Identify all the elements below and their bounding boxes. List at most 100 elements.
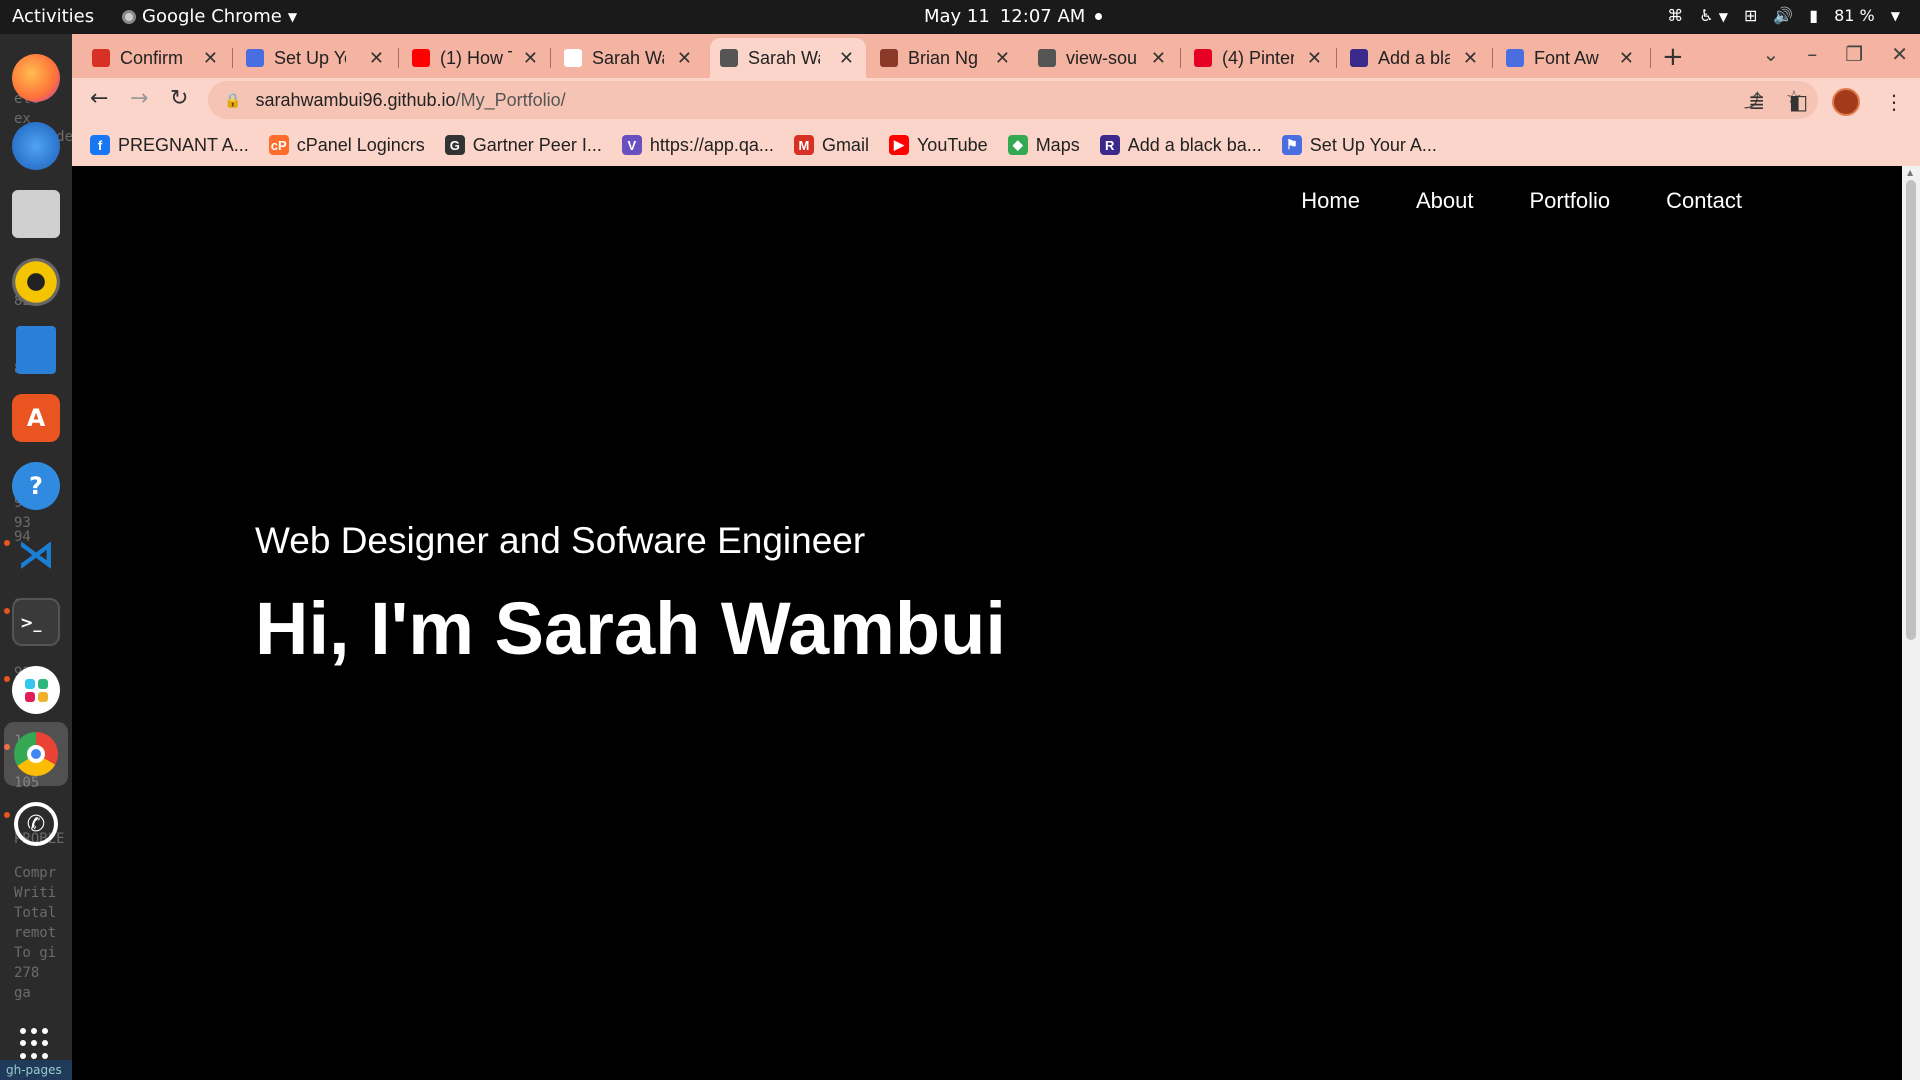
firefox-icon[interactable] bbox=[12, 54, 60, 102]
vscode-icon[interactable]: ⋊ bbox=[12, 530, 60, 578]
side-panel-icon[interactable]: ◧ bbox=[1789, 90, 1808, 114]
tab-close-icon[interactable]: ✕ bbox=[523, 48, 538, 69]
bookmark-item[interactable]: ▶ YouTube bbox=[888, 135, 988, 156]
browser-tab[interactable]: view-sou ✕ bbox=[1028, 38, 1178, 78]
scrollbar-thumb[interactable] bbox=[1906, 180, 1916, 640]
tab-close-icon[interactable]: ✕ bbox=[839, 48, 854, 69]
nav-link-portfolio[interactable]: Portfolio bbox=[1529, 188, 1610, 214]
system-tray[interactable]: ⌘ ♿ ▼ ⊞ 🔊 ▮ 81 % ▼ bbox=[1667, 6, 1900, 25]
page-scrollbar[interactable]: ▲ bbox=[1902, 166, 1920, 1080]
nav-link-about[interactable]: About bbox=[1416, 188, 1474, 214]
tab-label: Set Up Yo bbox=[274, 47, 346, 68]
keyboard-layout-icon[interactable]: ⌘ bbox=[1667, 6, 1683, 25]
flag-icon: ⚑ bbox=[1281, 135, 1302, 155]
bookmark-item[interactable]: R Add a black ba... bbox=[1099, 135, 1262, 156]
tab-search-chevron-icon[interactable]: ⌄ bbox=[1763, 42, 1780, 66]
youtube-icon bbox=[412, 49, 430, 67]
maps-icon: ◆ bbox=[1007, 135, 1028, 155]
files-icon[interactable] bbox=[12, 190, 60, 238]
dock-background-line: 278 bbox=[14, 965, 40, 981]
chevron-down-icon: ▼ bbox=[287, 9, 298, 24]
cpanel-icon: cP bbox=[268, 135, 289, 155]
bookmark-label: Set Up Your A... bbox=[1309, 134, 1437, 155]
system-menu-chevron-icon[interactable]: ▼ bbox=[1891, 9, 1900, 23]
lock-icon[interactable]: 🔒 bbox=[224, 92, 241, 109]
tab-close-icon[interactable]: ✕ bbox=[1151, 48, 1166, 69]
rhythmbox-icon[interactable] bbox=[12, 258, 60, 306]
tab-label: Confirm bbox=[120, 47, 184, 68]
bookmark-item[interactable]: cP cPanel Logincrs bbox=[268, 134, 425, 156]
bookmark-item[interactable]: Vhttps://app.qa... bbox=[621, 135, 774, 156]
menu-kebab-icon[interactable]: ⋮ bbox=[1884, 90, 1904, 114]
tab-close-icon[interactable]: ✕ bbox=[677, 48, 692, 69]
tab-label: view-sou bbox=[1066, 47, 1138, 68]
tab-separator bbox=[398, 48, 399, 68]
tab-close-icon[interactable]: ✕ bbox=[1463, 48, 1478, 69]
browser-tab[interactable]: Add a bla ✕ bbox=[1340, 38, 1490, 78]
tab-close-icon[interactable]: ✕ bbox=[1307, 48, 1322, 69]
browser-tab[interactable]: (4) Pinter ✕ bbox=[1184, 38, 1334, 78]
network-icon[interactable]: ⊞ bbox=[1744, 6, 1757, 25]
help-icon[interactable]: ? bbox=[12, 462, 60, 510]
reading-list-icon[interactable]: ≣ bbox=[1748, 90, 1765, 114]
dock-background-line: ga bbox=[14, 985, 31, 1001]
show-apps-grid-icon[interactable] bbox=[20, 1028, 52, 1060]
tab-close-icon[interactable]: ✕ bbox=[995, 48, 1010, 69]
scroll-up-arrow-icon[interactable]: ▲ bbox=[1907, 168, 1913, 177]
clock[interactable]: May 11 12:07 AM bbox=[924, 6, 1103, 27]
battery-icon[interactable]: ▮ bbox=[1809, 6, 1818, 25]
bookmark-item[interactable]: G Gartner Peer I... bbox=[444, 135, 602, 156]
r-icon bbox=[1350, 49, 1368, 67]
forward-arrow-icon[interactable]: → bbox=[130, 86, 148, 111]
clock-time: 12:07 AM bbox=[999, 6, 1086, 27]
gmail-icon bbox=[92, 49, 110, 67]
browser-tab[interactable]: Sarah Wa ✕ bbox=[710, 38, 866, 78]
browser-tab[interactable]: Confirm ✕ bbox=[82, 38, 230, 78]
app-menu[interactable]: Google Chrome ▼ bbox=[122, 6, 297, 27]
nav-link-contact[interactable]: Contact bbox=[1666, 188, 1742, 214]
writer-icon[interactable] bbox=[16, 326, 56, 374]
browser-tab[interactable]: Brian Ng ✕ bbox=[870, 38, 1022, 78]
bookmarks-bar: f PREGNANT A... cP cPanel Logincrs G Gartner … bbox=[72, 124, 1920, 166]
profile-avatar[interactable] bbox=[1832, 88, 1860, 116]
bookmark-item[interactable]: ⚑ Set Up Your A... bbox=[1281, 134, 1437, 156]
browser-window: Confirm✕Set Up Yo✕(1) How T✕Sarah Wa✕Sar… bbox=[72, 34, 1920, 166]
back-arrow-icon[interactable]: ← bbox=[90, 86, 108, 111]
chrome-icon[interactable] bbox=[4, 722, 68, 786]
bookmark-item[interactable]: f PREGNANT A... bbox=[90, 135, 249, 156]
window-controls: ⌄ – ❐ ✕ bbox=[1763, 42, 1908, 66]
dock-background-line: remot bbox=[14, 925, 57, 941]
browser-tab[interactable]: (1) How T ✕ bbox=[402, 38, 550, 78]
software-center-icon[interactable]: A bbox=[12, 394, 60, 442]
tab-separator bbox=[232, 48, 233, 68]
tab-close-icon[interactable]: ✕ bbox=[1619, 48, 1634, 69]
hero-title: Hi, I'm Sarah Wambui bbox=[255, 587, 1006, 670]
page-icon bbox=[564, 49, 582, 67]
bookmark-item[interactable]: ◆ Maps bbox=[1007, 135, 1080, 156]
maximize-icon[interactable]: ❐ bbox=[1845, 42, 1863, 66]
tab-close-icon[interactable]: ✕ bbox=[203, 48, 218, 69]
nav-link-home[interactable]: Home bbox=[1301, 188, 1360, 214]
bookmark-item[interactable]: M Gmail bbox=[793, 135, 869, 156]
browser-tab[interactable]: Font Aw ✕ bbox=[1496, 38, 1646, 78]
url-path: /My_Portfolio/ bbox=[455, 89, 566, 110]
youtube-icon: ▶ bbox=[888, 135, 909, 155]
new-tab-button[interactable]: + bbox=[1662, 42, 1684, 72]
thunderbird-icon[interactable] bbox=[12, 122, 60, 170]
reload-icon[interactable]: ↻ bbox=[170, 86, 188, 111]
activities-button[interactable]: Activities bbox=[12, 6, 94, 27]
address-bar[interactable]: 🔒 sarahwambui96.github.io/My_Portfolio/ … bbox=[208, 81, 1818, 119]
whatsapp-icon[interactable]: ✆ bbox=[14, 802, 58, 846]
terminal-icon[interactable]: >_ bbox=[12, 598, 60, 646]
browser-tab[interactable]: Set Up Yo ✕ bbox=[236, 38, 396, 78]
browser-tab[interactable]: Sarah Wa ✕ bbox=[554, 38, 704, 78]
tab-close-icon[interactable]: ✕ bbox=[369, 48, 384, 69]
minimize-icon[interactable]: – bbox=[1807, 42, 1817, 66]
bookmark-label: cPanel Logincrs bbox=[296, 134, 425, 155]
accessibility-icon[interactable]: ♿ ▼ bbox=[1699, 6, 1728, 25]
dock: diseleex<> inde798285889193949699102105P… bbox=[0, 34, 72, 1080]
volume-icon[interactable]: 🔊 bbox=[1773, 6, 1793, 25]
tab-separator bbox=[550, 48, 551, 68]
close-window-icon[interactable]: ✕ bbox=[1891, 42, 1908, 66]
slack-icon[interactable] bbox=[12, 666, 60, 714]
